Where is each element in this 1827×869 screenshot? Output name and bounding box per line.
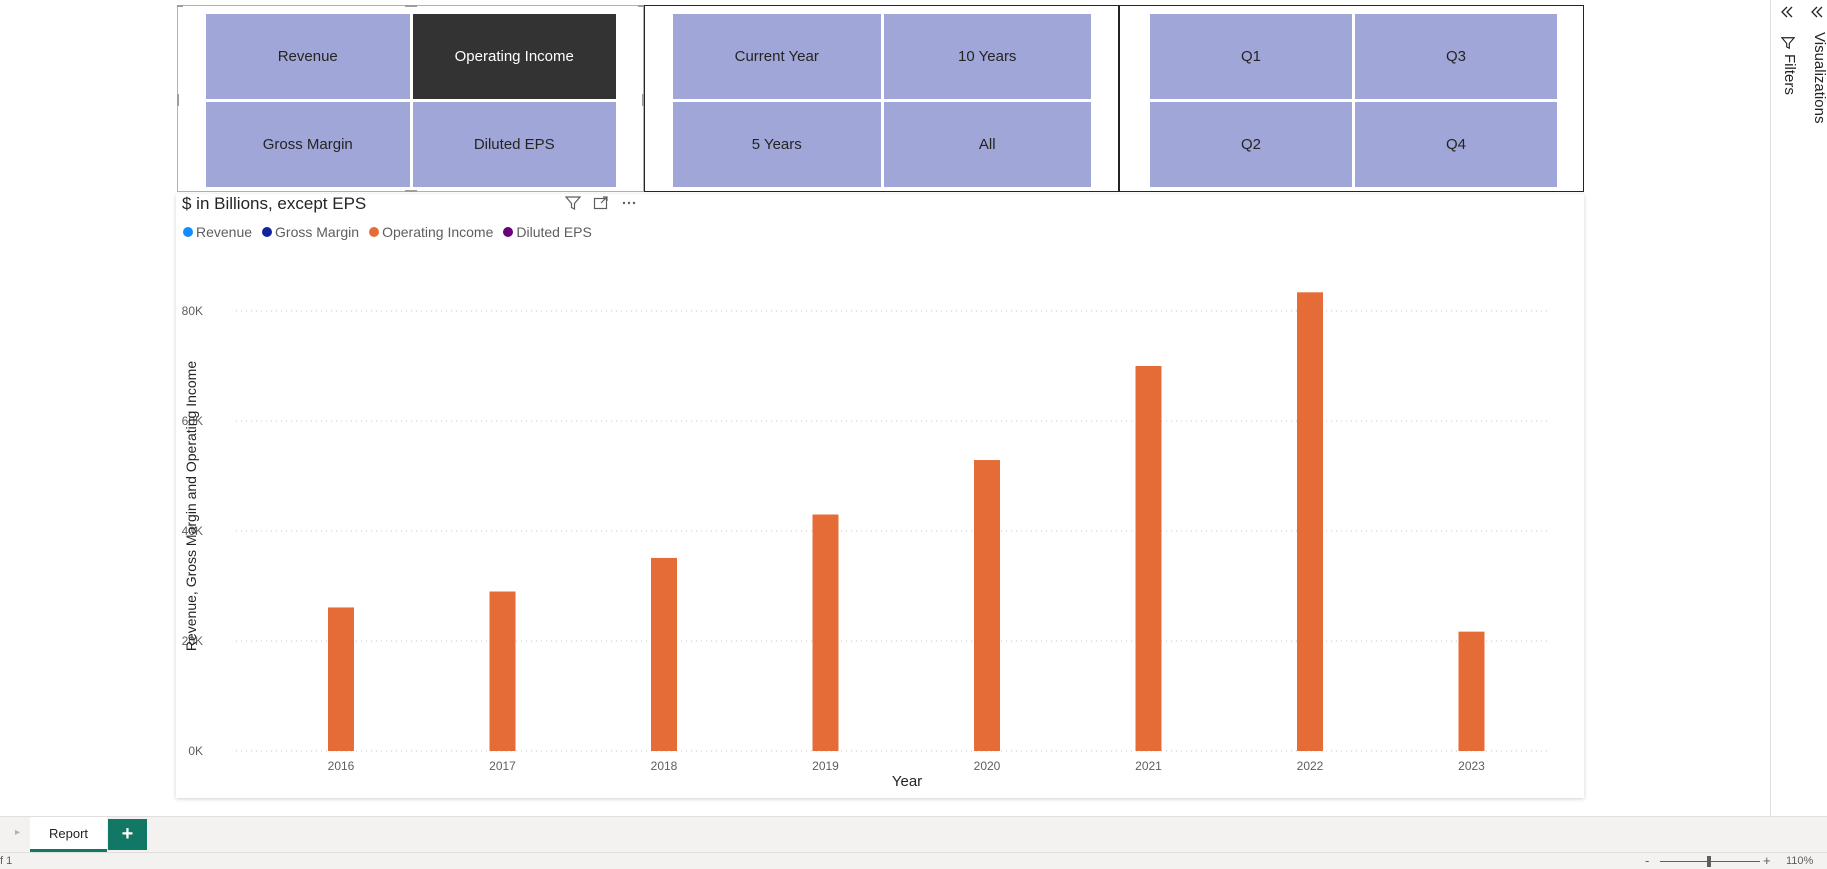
resize-handle[interactable] bbox=[405, 5, 417, 7]
page-info: f 1 bbox=[0, 855, 13, 867]
filter-icon bbox=[1780, 36, 1796, 50]
bar[interactable] bbox=[812, 514, 839, 752]
slicer-tile-revenue[interactable]: Revenue bbox=[206, 14, 410, 99]
slicer-tile-current-year[interactable]: Current Year bbox=[673, 14, 881, 99]
bar[interactable] bbox=[1458, 631, 1485, 751]
more-options-icon[interactable] bbox=[620, 194, 638, 212]
chart-legend: Revenue Gross Margin Operating Income Di… bbox=[183, 224, 592, 240]
x-tick-label: 2016 bbox=[328, 759, 355, 773]
y-tick-label: 80K bbox=[182, 304, 203, 318]
bar[interactable] bbox=[489, 591, 516, 752]
filters-pane-label: Filters bbox=[1781, 54, 1798, 95]
x-axis-title: Year bbox=[892, 773, 922, 790]
legend-label: Revenue bbox=[196, 224, 253, 240]
add-page-button[interactable]: + bbox=[108, 819, 147, 850]
zoom-in-button[interactable]: + bbox=[1763, 853, 1771, 868]
slicer-tile-q4[interactable]: Q4 bbox=[1355, 102, 1557, 187]
x-tick-label: 2019 bbox=[812, 759, 839, 773]
y-tick-label: 0K bbox=[188, 744, 203, 758]
slicer-tile-operating-income[interactable]: Operating Income bbox=[412, 14, 616, 99]
x-tick-label: 2020 bbox=[974, 759, 1001, 773]
tab-scroll-arrow-icon[interactable]: ▸ bbox=[15, 827, 20, 838]
zoom-slider-thumb[interactable] bbox=[1707, 856, 1711, 867]
x-tick-label: 2017 bbox=[489, 759, 516, 773]
slicer-tile-5-years[interactable]: 5 Years bbox=[673, 102, 881, 187]
report-canvas: Revenue Operating Income Gross Margin Di… bbox=[0, 0, 1770, 816]
column-chart-visual[interactable]: 0K 20K 40K 60K 80K 2016 2017 2018 2019 2020 2021 20… bbox=[176, 194, 1584, 798]
page-tabs-bar: ▸ Report + bbox=[0, 816, 1827, 852]
visual-header-icons bbox=[564, 194, 638, 212]
filters-pane-toggle[interactable]: Filters bbox=[1780, 36, 1798, 95]
legend-item-diluted-eps[interactable]: Diluted EPS bbox=[503, 224, 592, 240]
resize-handle[interactable] bbox=[405, 190, 417, 192]
slicer-tile-gross-margin[interactable]: Gross Margin bbox=[206, 102, 410, 187]
legend-dot bbox=[369, 227, 380, 237]
bar[interactable] bbox=[328, 607, 354, 751]
metric-slicer[interactable]: Revenue Operating Income Gross Margin Di… bbox=[177, 5, 644, 192]
y-axis-title: Revenue, Gross Margin and Operating Inco… bbox=[183, 361, 199, 651]
legend-item-gross-margin[interactable]: Gross Margin bbox=[262, 224, 359, 240]
resize-handle[interactable] bbox=[177, 94, 179, 106]
slicer-tile-q1[interactable]: Q1 bbox=[1150, 14, 1352, 99]
x-tick-label: 2018 bbox=[651, 759, 678, 773]
side-panes: Filters Visualizations bbox=[1770, 0, 1827, 816]
zoom-out-button[interactable]: - bbox=[1645, 853, 1649, 868]
legend-item-operating-income[interactable]: Operating Income bbox=[369, 224, 493, 240]
slicer-tile-10-years[interactable]: 10 Years bbox=[883, 14, 1091, 99]
legend-label: Diluted EPS bbox=[516, 224, 592, 240]
slicer-tile-q3[interactable]: Q3 bbox=[1355, 14, 1557, 99]
bar[interactable] bbox=[974, 460, 1000, 751]
double-chevron-left-icon[interactable] bbox=[1809, 4, 1825, 20]
slicer-tile-q2[interactable]: Q2 bbox=[1150, 102, 1352, 187]
status-bar: f 1 - + 110% bbox=[0, 852, 1827, 869]
x-tick-label: 2021 bbox=[1135, 759, 1162, 773]
legend-label: Gross Margin bbox=[275, 224, 360, 240]
legend-dot bbox=[183, 227, 193, 237]
focus-mode-icon[interactable] bbox=[592, 194, 610, 212]
filter-icon[interactable] bbox=[564, 194, 582, 212]
double-chevron-left-icon[interactable] bbox=[1779, 4, 1795, 20]
slicer-tile-all[interactable]: All bbox=[883, 102, 1091, 187]
x-tick-label: 2022 bbox=[1297, 759, 1324, 773]
quarter-slicer[interactable]: Q1 Q3 Q2 Q4 bbox=[1119, 5, 1584, 192]
bar[interactable] bbox=[651, 557, 677, 751]
page-tab-report[interactable]: Report bbox=[30, 817, 107, 852]
zoom-level[interactable]: 110% bbox=[1786, 855, 1813, 867]
legend-item-revenue[interactable]: Revenue bbox=[183, 224, 252, 240]
legend-dot bbox=[503, 227, 514, 237]
x-tick-label: 2023 bbox=[1458, 759, 1485, 773]
resize-handle[interactable] bbox=[177, 5, 183, 7]
chart-title: $ in Billions, except EPS bbox=[182, 194, 367, 213]
bar[interactable] bbox=[1297, 292, 1323, 751]
chart-svg: 0K20K40K60K80K2016 2017 2018 2019 2020 2021 20… bbox=[182, 292, 1548, 790]
visualizations-pane-label[interactable]: Visualizations bbox=[1811, 32, 1827, 123]
legend-dot bbox=[262, 227, 273, 237]
bar[interactable] bbox=[1135, 366, 1162, 751]
slicer-tile-diluted-eps[interactable]: Diluted EPS bbox=[412, 102, 616, 187]
period-slicer[interactable]: Current Year 10 Years 5 Years All bbox=[644, 5, 1119, 192]
legend-label: Operating Income bbox=[382, 224, 494, 240]
